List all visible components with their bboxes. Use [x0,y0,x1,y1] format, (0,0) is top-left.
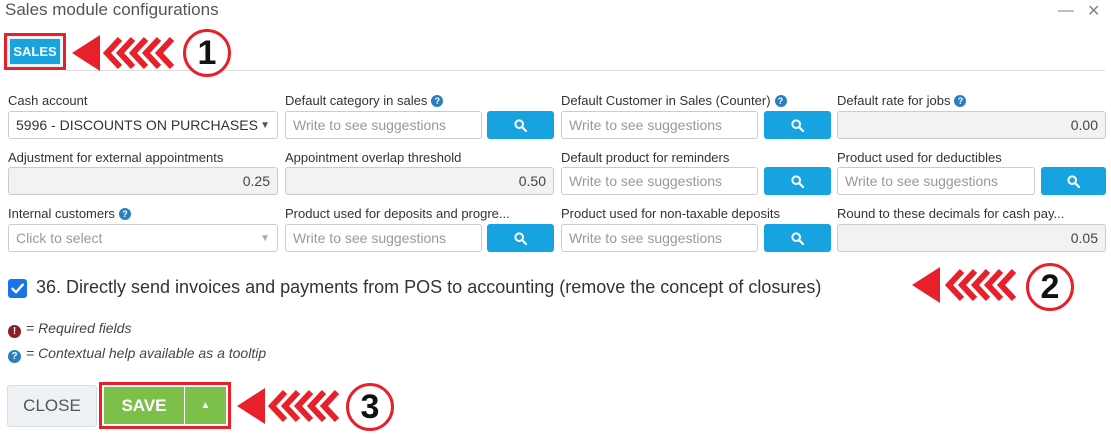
close-button[interactable]: CLOSE [7,385,97,427]
legend-required: ! = Required fields [8,320,131,338]
legend-required-text: = Required fields [26,320,132,336]
annotation-arrow-1 [72,35,175,71]
help-icon[interactable]: ? [118,208,131,220]
default-category-placeholder: Write to see suggestions [293,117,447,133]
search-icon [791,231,804,245]
search-icon [1067,174,1080,188]
default-category-search-button[interactable] [487,111,554,139]
default-category-label: Default category in sales [285,93,428,108]
cash-account-label: Cash account [8,93,88,108]
default-rate-label: Default rate for jobs [837,93,951,108]
adjustment-label: Adjustment for external appointments [8,150,224,165]
default-customer-placeholder: Write to see suggestions [569,117,723,133]
default-category-label-wrap: Default category in sales? [285,93,444,108]
save-button[interactable]: SAVE [104,387,184,424]
caret-down-icon: ▼ [260,232,270,244]
cash-account-select[interactable]: 5996 - DISCOUNTS ON PURCHASES ▼ [8,111,278,139]
tab-sales-label: SALES [10,39,60,64]
default-rate-label-wrap: Default rate for jobs? [837,93,967,108]
default-customer-label-wrap: Default Customer in Sales (Counter)? [561,93,787,108]
deductibles-placeholder: Write to see suggestions [845,173,999,189]
chevron-down-icon: ▼ [260,119,270,131]
non-taxable-placeholder: Write to see suggestions [569,230,723,246]
help-icon[interactable]: ? [431,95,444,107]
checkmark-icon [11,283,25,294]
caret-up-icon: ▲ [200,400,211,411]
deductibles-search-button[interactable] [1041,167,1106,195]
adjustment-input[interactable]: 0.25 [8,167,278,195]
legend-help: ? = Contextual help available as a toolti… [8,345,266,363]
help-icon: ? [8,350,21,363]
internal-customers-select[interactable]: Click to select ▼ [8,224,278,252]
non-taxable-search-button[interactable] [764,224,831,252]
round-decimals-value: 0.05 [1070,230,1098,246]
save-options-button[interactable]: ▲ [185,387,226,424]
search-icon [791,118,804,132]
annotation-arrow-2 [912,267,1017,303]
non-taxable-input[interactable]: Write to see suggestions [561,224,758,252]
reminder-product-search-button[interactable] [764,167,831,195]
non-taxable-label: Product used for non-taxable deposits [561,206,780,221]
default-customer-search-button[interactable] [764,111,831,139]
deposits-progress-placeholder: Write to see suggestions [293,230,447,246]
legend-help-text: = Contextual help available as a tooltip [26,345,267,361]
deposits-progress-label: Product used for deposits and progre... [285,206,510,221]
annotation-number-1: 1 [183,29,231,77]
overlap-label: Appointment overlap threshold [285,150,462,165]
overlap-value: 0.50 [518,173,546,189]
option-36-label: 36. Directly send invoices and payments … [36,277,822,297]
required-icon: ! [8,325,21,338]
help-icon[interactable]: ? [954,95,967,107]
default-rate-value: 0.00 [1070,117,1098,133]
round-decimals-input[interactable]: 0.05 [837,224,1106,252]
annotation-number-3: 3 [346,383,394,431]
deposits-progress-search-button[interactable] [487,224,554,252]
default-customer-input[interactable]: Write to see suggestions [561,111,758,139]
adjustment-value: 0.25 [242,173,270,189]
cash-account-value: 5996 - DISCOUNTS ON PURCHASES [16,117,258,133]
option-36-checkbox[interactable] [8,279,27,298]
round-decimals-label: Round to these decimals for cash pay... [837,206,1065,221]
deposits-progress-input[interactable]: Write to see suggestions [285,224,482,252]
help-icon[interactable]: ? [774,95,787,107]
close-icon[interactable]: ✕ [1087,1,1100,21]
deductibles-input[interactable]: Write to see suggestions [837,167,1035,195]
overlap-input[interactable]: 0.50 [285,167,554,195]
search-icon [514,231,527,245]
internal-customers-placeholder: Click to select [16,230,103,246]
search-icon [791,174,804,188]
default-customer-label: Default Customer in Sales (Counter) [561,93,771,108]
deductibles-label: Product used for deductibles [837,150,1002,165]
internal-customers-label-wrap: Internal customers? [8,206,131,221]
default-rate-input[interactable]: 0.00 [837,111,1106,139]
default-category-input[interactable]: Write to see suggestions [285,111,482,139]
annotation-arrow-3 [237,388,340,424]
annotation-number-2: 2 [1026,263,1074,311]
save-button-group: SAVE ▲ [99,382,231,429]
search-icon [514,118,527,132]
minimize-icon[interactable]: — [1058,2,1074,20]
reminder-product-placeholder: Write to see suggestions [569,173,723,189]
window-title: Sales module configurations [5,0,219,19]
reminder-product-label: Default product for reminders [561,150,730,165]
reminder-product-input[interactable]: Write to see suggestions [561,167,758,195]
internal-customers-label: Internal customers [8,206,115,221]
tab-sales[interactable]: SALES [4,33,66,70]
